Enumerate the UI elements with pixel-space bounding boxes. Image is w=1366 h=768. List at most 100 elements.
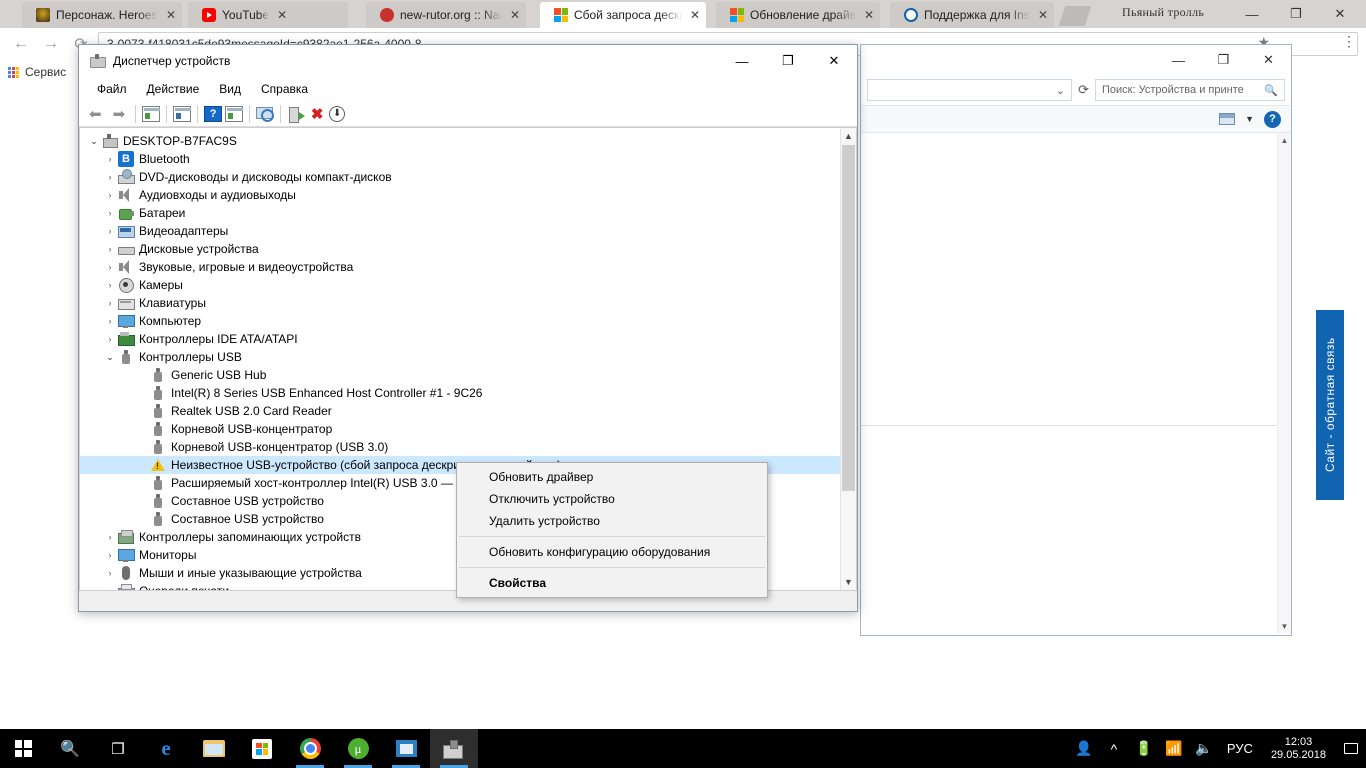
browser-forward-icon[interactable]: →	[38, 31, 64, 57]
utorrent-button[interactable]: μ	[334, 729, 382, 768]
twisty-collapsed-icon[interactable]: ›	[102, 550, 118, 560]
scroll-down-icon[interactable]: ▼	[1278, 619, 1291, 633]
edge-button[interactable]: e	[142, 729, 190, 768]
scrollbar-thumb[interactable]	[842, 145, 855, 491]
bookmark-item-label[interactable]: Сервис	[25, 65, 66, 79]
task-view-button[interactable]: ❒	[94, 729, 142, 768]
scroll-down-icon[interactable]: ▼	[841, 574, 856, 590]
context-menu-item[interactable]: Свойства	[457, 572, 767, 594]
scroll-up-icon[interactable]: ▲	[841, 128, 856, 144]
tab-close-icon[interactable]: ✕	[277, 9, 287, 21]
browser-minimize-button[interactable]: —	[1230, 0, 1274, 28]
twisty-collapsed-icon[interactable]: ›	[102, 298, 118, 308]
device-tree-item[interactable]: › Компьютер	[80, 312, 840, 330]
device-tree-item[interactable]: › Видеоадаптеры	[80, 222, 840, 240]
uninstall-icon[interactable]: ✖	[308, 106, 326, 123]
device-tree-item[interactable]: › Аудиовходы и аудиовыходы	[80, 186, 840, 204]
browser-tab-1[interactable]: YouTube ✕	[188, 2, 348, 28]
browser-maximize-button[interactable]: ❐	[1274, 0, 1318, 28]
device-tree-item[interactable]: Корневой USB-концентратор (USB 3.0)	[80, 438, 840, 456]
back-arrow-icon[interactable]: ⬅	[85, 105, 106, 123]
device-tree-item[interactable]: › B Bluetooth	[80, 150, 840, 168]
device-tree-item[interactable]: Intel(R) 8 Series USB Enhanced Host Cont…	[80, 384, 840, 402]
wifi-icon[interactable]: 📶	[1159, 729, 1189, 768]
twisty-collapsed-icon[interactable]: ›	[102, 568, 118, 578]
file-explorer-button[interactable]	[190, 729, 238, 768]
forward-arrow-icon[interactable]: ➡	[109, 105, 130, 123]
context-menu-item[interactable]: Удалить устройство	[457, 510, 767, 532]
tab-close-icon[interactable]: ✕	[1038, 9, 1048, 21]
twisty-collapsed-icon[interactable]: ›	[102, 586, 118, 590]
device-tree-item[interactable]: › Контроллеры IDE ATA/ATAPI	[80, 330, 840, 348]
browser-profile-name[interactable]: Пьяный тролль	[1122, 5, 1204, 25]
menu-file[interactable]: Файл	[87, 80, 137, 98]
apps-grid-icon[interactable]	[8, 66, 19, 78]
context-menu-item[interactable]: Отключить устройство	[457, 488, 767, 510]
show-hidden-icon[interactable]	[173, 105, 192, 122]
explorer-address-input[interactable]: ⌄	[867, 79, 1073, 101]
show-hidden-icons-chevron[interactable]: ^	[1099, 729, 1129, 768]
device-tree-item[interactable]: › Камеры	[80, 276, 840, 294]
battery-icon[interactable]: 🔋	[1129, 729, 1159, 768]
twisty-collapsed-icon[interactable]: ›	[102, 244, 118, 254]
powerpoint-button[interactable]	[382, 729, 430, 768]
device-manager-button[interactable]	[430, 729, 478, 768]
browser-tab-3-active[interactable]: Сбой запроса дескри ✕	[540, 2, 706, 28]
device-tree-item[interactable]: Корневой USB-концентратор	[80, 420, 840, 438]
device-tree-item[interactable]: › Дисковые устройства	[80, 240, 840, 258]
scan-panel-icon[interactable]	[225, 105, 244, 122]
twisty-collapsed-icon[interactable]: ›	[102, 208, 118, 218]
device-manager-title-bar[interactable]: Диспетчер устройств — ❐ ✕	[79, 45, 857, 77]
explorer-scrollbar[interactable]: ▲ ▼	[1277, 133, 1291, 633]
change-view-icon[interactable]	[1219, 113, 1236, 125]
browser-close-button[interactable]: ✕	[1318, 0, 1362, 28]
chrome-button[interactable]	[286, 729, 334, 768]
menu-action[interactable]: Действие	[137, 80, 210, 98]
volume-icon[interactable]: 🔈	[1189, 729, 1219, 768]
menu-help[interactable]: Справка	[251, 80, 318, 98]
menu-view[interactable]: Вид	[209, 80, 251, 98]
device-tree-item[interactable]: ⌄ Контроллеры USB	[80, 348, 840, 366]
action-center-icon[interactable]	[1336, 729, 1366, 768]
twisty-collapsed-icon[interactable]: ›	[102, 154, 118, 164]
device-tree-item[interactable]: › DVD-дисководы и дисководы компакт-диско…	[80, 168, 840, 186]
browser-tab-2[interactable]: new-rutor.org :: Naruto ✕	[366, 2, 526, 28]
browser-tab-0[interactable]: Персонаж. HeroesWM ✕	[22, 2, 182, 28]
explorer-minimize-button[interactable]: —	[1156, 45, 1201, 75]
twisty-collapsed-icon[interactable]: ›	[102, 262, 118, 272]
minimize-button[interactable]: —	[719, 45, 765, 77]
device-tree-item[interactable]: Generic USB Hub	[80, 366, 840, 384]
search-button[interactable]: 🔍	[46, 729, 94, 768]
start-button[interactable]	[0, 729, 46, 768]
tab-close-icon[interactable]: ✕	[690, 9, 700, 21]
browser-back-icon[interactable]: ←	[8, 31, 34, 57]
twisty-expanded-icon[interactable]: ⌄	[102, 352, 118, 363]
device-tree-item[interactable]: › Клавиатуры	[80, 294, 840, 312]
explorer-maximize-button[interactable]: ❐	[1201, 45, 1246, 75]
twisty-collapsed-icon[interactable]: ›	[102, 334, 118, 344]
download-icon[interactable]: ⬇	[329, 105, 346, 122]
device-tree-item[interactable]: ⌄ DESKTOP-B7FAC9S	[80, 132, 840, 150]
close-button[interactable]: ✕	[811, 45, 857, 77]
context-menu-item[interactable]: Обновить драйвер	[457, 466, 767, 488]
twisty-collapsed-icon[interactable]: ›	[102, 532, 118, 542]
device-tree-item[interactable]: › Батареи	[80, 204, 840, 222]
clock[interactable]: 12:03 29.05.2018	[1261, 736, 1336, 762]
chevron-down-icon[interactable]: ▼	[1245, 114, 1254, 124]
refresh-icon[interactable]: ⟳	[1078, 82, 1089, 98]
twisty-collapsed-icon[interactable]: ›	[102, 226, 118, 236]
maximize-button[interactable]: ❐	[765, 45, 811, 77]
language-indicator[interactable]: РУС	[1219, 729, 1261, 768]
twisty-collapsed-icon[interactable]: ›	[102, 190, 118, 200]
people-icon[interactable]: 👤	[1069, 729, 1099, 768]
browser-tab-5[interactable]: Поддержка для Inspir ✕	[890, 2, 1054, 28]
explorer-search-input[interactable]: Поиск: Устройства и принте 🔍	[1095, 79, 1285, 101]
explorer-close-button[interactable]: ✕	[1246, 45, 1291, 75]
update-driver-icon[interactable]	[256, 106, 275, 122]
new-tab-button[interactable]	[1058, 6, 1092, 26]
device-tree-item[interactable]: Realtek USB 2.0 Card Reader	[80, 402, 840, 420]
tab-close-icon[interactable]: ✕	[510, 9, 520, 21]
device-tree-item[interactable]: › Звуковые, игровые и видеоустройства	[80, 258, 840, 276]
tab-close-icon[interactable]: ✕	[166, 9, 176, 21]
device-tree-scrollbar[interactable]: ▲ ▼	[840, 128, 856, 590]
